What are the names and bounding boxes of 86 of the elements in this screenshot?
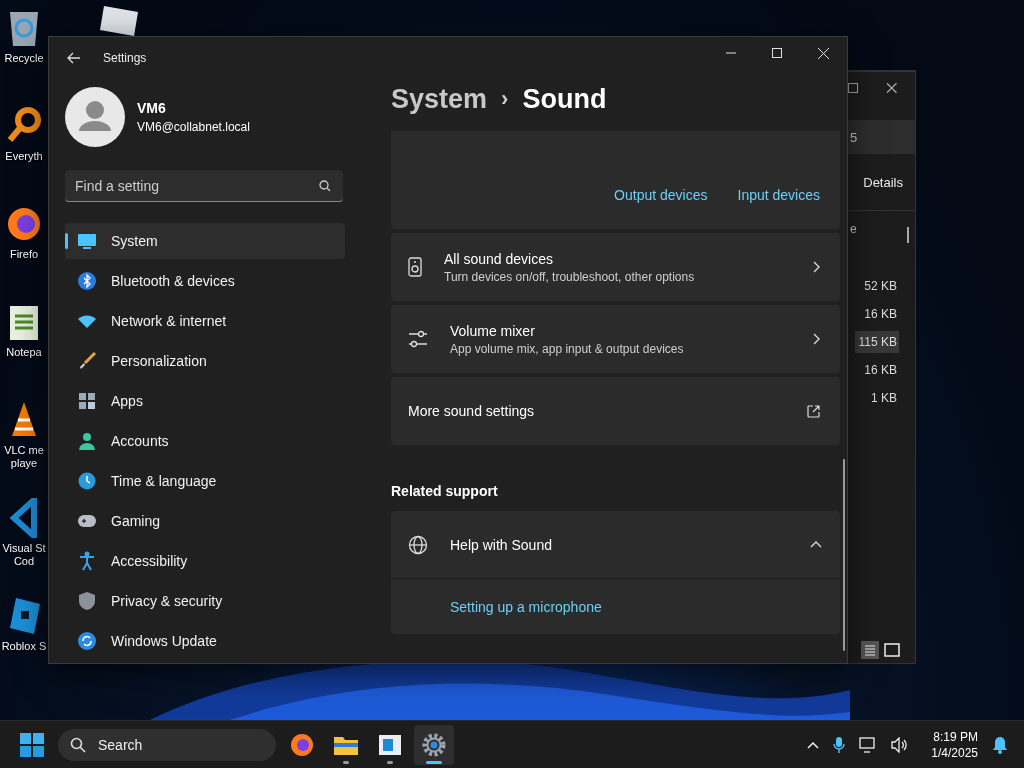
sidebar-item[interactable]: Privacy & security <box>65 583 345 619</box>
row-subtitle: Turn devices on/off, troubleshoot, other options <box>444 269 696 284</box>
refresh-icon <box>78 632 96 650</box>
browser-icon <box>290 732 314 757</box>
settings-row[interactable]: More sound settings <box>391 377 840 445</box>
user-name: VM6 <box>137 100 167 116</box>
search-icon <box>70 736 86 753</box>
maximize-icon[interactable] <box>848 83 858 93</box>
user-email: VM6@collabnet.local <box>137 120 250 134</box>
search-icon <box>319 180 331 192</box>
apps-grid-icon <box>78 392 96 410</box>
sidebar-item[interactable]: Bluetooth & devices <box>65 263 345 299</box>
desktop-icon-label[interactable]: Everyth <box>5 150 43 163</box>
sidebar-item[interactable]: Time & language <box>65 463 345 499</box>
sidebar-item[interactable]: Windows Update <box>65 623 345 659</box>
file-size-cell-text: 52 KB <box>863 278 898 295</box>
volume-icon[interactable] <box>891 736 910 753</box>
file-size-cell-text: 1 KB <box>870 390 898 407</box>
breadcrumb-parent[interactable]: System <box>391 83 488 115</box>
bell-icon[interactable] <box>992 735 1008 754</box>
help-expander[interactable]: Help with Sound <box>391 511 840 579</box>
monitor-icon <box>77 233 97 249</box>
file-size-cell-text: 16 KB <box>863 362 898 379</box>
shield-icon <box>79 592 95 610</box>
app-window-icon <box>378 733 402 756</box>
desktop-icon-label[interactable]: Notepa <box>6 346 42 359</box>
section-heading: Related support <box>391 483 499 499</box>
desktop-icon-label[interactable]: Recycle <box>4 52 44 65</box>
window-title: Settings <box>103 50 147 65</box>
sliders-icon <box>408 330 428 348</box>
desktop-icon-label[interactable]: Roblox S <box>1 640 47 653</box>
desktop-icon-label[interactable]: Visual St Cod <box>2 542 46 568</box>
accessibility-person-icon <box>79 551 95 571</box>
address-bar[interactable]: 5 <box>848 120 915 154</box>
windows-start-icon[interactable] <box>20 732 44 757</box>
row-title: More sound settings <box>408 403 536 419</box>
help-link[interactable]: Setting up a microphone <box>450 598 602 615</box>
device-link[interactable]: Output devices <box>614 187 708 203</box>
sidebar-item[interactable]: Gaming <box>65 503 345 539</box>
settings-search-field[interactable]: Find a setting <box>65 170 343 202</box>
back-arrow-icon[interactable] <box>67 51 81 64</box>
device-link[interactable]: Input devices <box>737 187 820 203</box>
taskbar-app-button[interactable] <box>414 724 454 765</box>
desktop-icon-label[interactable]: VLC me playe <box>4 444 44 470</box>
avatar-silhouette <box>65 87 125 147</box>
speaker-icon <box>408 257 422 277</box>
tiles-view-icon[interactable] <box>883 641 901 659</box>
sidebar-item[interactable]: Accounts <box>65 423 345 459</box>
microphone-icon[interactable] <box>833 735 846 754</box>
desktop-icon-label[interactable]: Firefo <box>9 248 39 261</box>
sidebar-item[interactable]: Personalization <box>65 343 345 379</box>
globe-clock-icon <box>78 472 96 490</box>
selection-indicator <box>65 233 68 249</box>
row-title: All sound devices <box>444 250 554 267</box>
gear-icon <box>422 732 446 757</box>
wifi-icon <box>77 313 97 329</box>
external-link-icon <box>807 404 820 418</box>
taskbar-search-field[interactable]: Search <box>58 728 276 761</box>
page-title: Sound <box>522 83 607 115</box>
chevron-up-icon <box>810 541 822 548</box>
scrollbar-thumb[interactable] <box>843 459 845 651</box>
chevron-up-icon[interactable] <box>807 740 820 749</box>
row-subtitle: App volume mix, app input & output devices <box>450 341 685 356</box>
row-title: Volume mixer <box>450 322 536 339</box>
details-button[interactable]: Details <box>859 170 907 194</box>
settings-row[interactable]: All sound devices Turn devices on/off, troubleshoot, other options <box>391 233 840 301</box>
breadcrumb-chevron: › <box>501 86 509 112</box>
sidebar-item[interactable]: Network & internet <box>65 303 345 339</box>
chevron-right-icon <box>813 333 820 345</box>
network-monitor-icon[interactable] <box>859 736 878 753</box>
close-icon[interactable] <box>885 82 897 94</box>
sidebar-item[interactable]: Accessibility <box>65 543 345 579</box>
chevron-right-icon <box>813 261 820 273</box>
file-size-cell-text: 16 KB <box>863 306 898 323</box>
brush-icon <box>78 352 96 370</box>
sidebar-item[interactable]: Apps <box>65 383 345 419</box>
gamepad-icon <box>77 514 97 528</box>
sidebar-item[interactable]: System <box>65 223 345 259</box>
settings-row[interactable]: Volume mixer App volume mix, app input & output devices <box>391 305 840 373</box>
column-header[interactable]: e <box>850 222 857 236</box>
person-icon <box>78 432 96 450</box>
scrollbar-thumb[interactable] <box>907 227 909 243</box>
bluetooth-icon <box>78 272 96 290</box>
clock[interactable]: 8:19 PM 1/4/2025 <box>931 729 978 760</box>
globe-icon <box>408 534 428 555</box>
file-size-cell: 115 KB <box>854 331 899 353</box>
